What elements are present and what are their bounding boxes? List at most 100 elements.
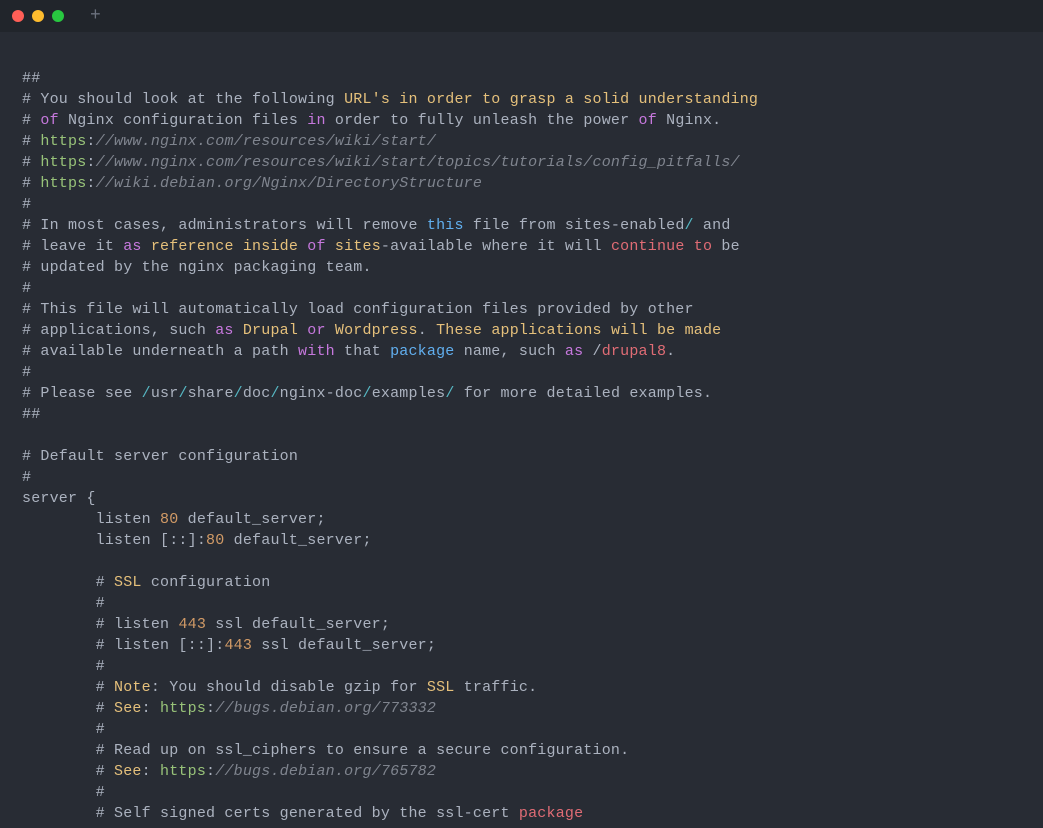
code-line[interactable]: # (22, 593, 1043, 614)
code-token: See (114, 763, 142, 780)
code-token: / (445, 385, 454, 402)
titlebar: + (0, 0, 1043, 32)
code-line[interactable]: # Default server configuration (22, 446, 1043, 467)
code-line[interactable]: # leave it as reference inside of sites-… (22, 236, 1043, 257)
code-token: doc (243, 385, 271, 402)
code-line[interactable]: # (22, 782, 1043, 803)
code-token: be (712, 238, 740, 255)
code-line[interactable]: # of Nginx configuration files in order … (22, 110, 1043, 131)
code-line[interactable]: # Self signed certs generated by the ssl… (22, 803, 1043, 824)
code-token: or (307, 322, 325, 339)
close-icon[interactable] (12, 10, 24, 22)
code-line[interactable]: # This file will automatically load conf… (22, 299, 1043, 320)
code-line[interactable]: # https://www.nginx.com/resources/wiki/s… (22, 152, 1043, 173)
code-token: SSL (427, 679, 455, 696)
traffic-lights (12, 10, 64, 22)
code-token: # (22, 280, 31, 297)
new-tab-button[interactable]: + (90, 7, 101, 25)
code-line[interactable]: # Read up on ssl_ciphers to ensure a sec… (22, 740, 1043, 761)
code-line[interactable]: # Please see /usr/share/doc/nginx-doc/ex… (22, 383, 1043, 404)
code-token: be (657, 322, 675, 339)
code-line[interactable]: # (22, 278, 1043, 299)
code-token: as (215, 322, 233, 339)
code-line[interactable]: # listen [::]:443 ssl default_server; (22, 635, 1043, 656)
code-token: # This file will automatically load conf… (22, 301, 694, 318)
code-line[interactable]: # (22, 194, 1043, 215)
code-token (298, 322, 307, 339)
code-line[interactable]: # listen 443 ssl default_server; (22, 614, 1043, 635)
code-token: # (22, 784, 105, 801)
code-token: Nginx configuration files (59, 112, 307, 129)
code-token: traffic. (454, 679, 537, 696)
code-token: 80 (206, 532, 224, 549)
code-line[interactable] (22, 425, 1043, 446)
code-line[interactable]: # Note: You should disable gzip for SSL … (22, 677, 1043, 698)
code-line[interactable]: # (22, 362, 1043, 383)
code-line[interactable]: listen [::]:80 default_server; (22, 530, 1043, 551)
code-token: default_server; (178, 511, 325, 528)
code-token (648, 322, 657, 339)
code-token: # (22, 679, 114, 696)
code-line[interactable]: # (22, 719, 1043, 740)
code-line[interactable]: # (22, 656, 1043, 677)
code-token: : (86, 133, 95, 150)
code-token (482, 322, 491, 339)
code-line[interactable]: # applications, such as Drupal or Wordpr… (22, 320, 1043, 341)
code-token: : You should disable gzip for (151, 679, 427, 696)
code-token (685, 238, 694, 255)
code-token: in (307, 112, 325, 129)
code-line[interactable]: # You should look at the following URL's… (22, 89, 1043, 110)
code-line[interactable]: # available underneath a path with that … (22, 341, 1043, 362)
code-line[interactable]: # See: https://bugs.debian.org/765782 (22, 761, 1043, 782)
code-line[interactable]: # updated by the nginx packaging team. (22, 257, 1043, 278)
code-line[interactable]: listen 80 default_server; (22, 509, 1043, 530)
code-token: as (565, 343, 583, 360)
code-token: Drupal (243, 322, 298, 339)
code-token: # listen (22, 616, 178, 633)
code-line[interactable] (22, 551, 1043, 572)
code-line[interactable]: # https://www.nginx.com/resources/wiki/s… (22, 131, 1043, 152)
code-token: : (142, 763, 160, 780)
code-token: of (639, 112, 657, 129)
code-token: //bugs.debian.org/765782 (215, 763, 436, 780)
code-token: # (22, 700, 114, 717)
code-token: / (142, 385, 151, 402)
code-token: with (298, 343, 335, 360)
code-line[interactable]: server { (22, 488, 1043, 509)
code-token: ## (22, 70, 40, 87)
code-token: that (335, 343, 390, 360)
code-token: continue (611, 238, 685, 255)
code-token: examples (372, 385, 446, 402)
code-token: / (583, 343, 601, 360)
code-token: 443 (224, 637, 252, 654)
code-token: # You should look at the following (22, 91, 344, 108)
code-line[interactable]: # In most cases, administrators will rem… (22, 215, 1043, 236)
code-token: 80 (160, 511, 178, 528)
code-token: See (114, 700, 142, 717)
code-line[interactable]: # SSL configuration (22, 572, 1043, 593)
code-token: # (22, 154, 40, 171)
code-token (602, 322, 611, 339)
code-token: listen [::]: (22, 532, 206, 549)
code-token: package (519, 805, 583, 822)
zoom-icon[interactable] (52, 10, 64, 22)
minimize-icon[interactable] (32, 10, 44, 22)
code-token: https (40, 154, 86, 171)
code-token: for more detailed examples. (455, 385, 713, 402)
code-line[interactable]: ## (22, 68, 1043, 89)
code-token: this (427, 217, 464, 234)
code-token: # (22, 763, 114, 780)
editor-area[interactable]: ### You should look at the following URL… (0, 32, 1043, 824)
code-line[interactable]: # (22, 467, 1043, 488)
code-token: # (22, 364, 31, 381)
code-token: These (436, 322, 482, 339)
code-token: / (685, 217, 694, 234)
code-line[interactable]: # https://wiki.debian.org/Nginx/Director… (22, 173, 1043, 194)
code-token: file from sites-enabled (464, 217, 685, 234)
code-token: 's in order to grasp a solid understandi… (372, 91, 758, 108)
code-token: Nginx. (657, 112, 721, 129)
code-line[interactable]: # See: https://bugs.debian.org/773332 (22, 698, 1043, 719)
code-token: # available underneath a path (22, 343, 298, 360)
code-token: : (142, 700, 160, 717)
code-line[interactable]: ## (22, 404, 1043, 425)
